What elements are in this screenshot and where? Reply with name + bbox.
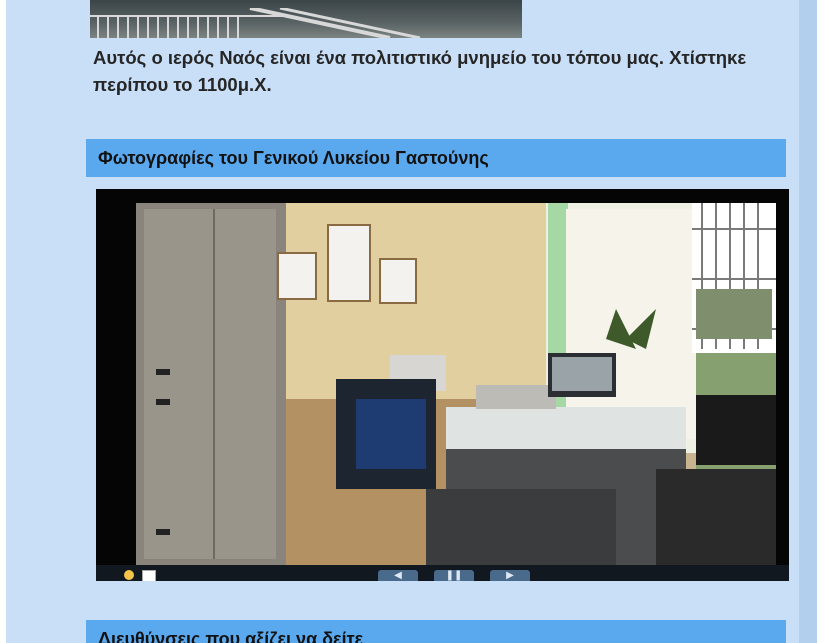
sidebar-panel: Αυτός ο ιερός Ναός είναι ένα πολιτιστικό… <box>6 0 817 643</box>
section-heading-links: Διευθύνσεις που αξίζει να δείτε <box>86 620 786 643</box>
slideshow-control-bar: ◀ ❚❚ ▶ <box>96 565 789 581</box>
previous-icon[interactable]: ◀ <box>378 570 418 581</box>
pause-icon[interactable]: ❚❚ <box>434 570 474 581</box>
church-photo <box>90 0 522 38</box>
photo-slideshow[interactable]: ◀ ❚❚ ▶ <box>96 189 789 581</box>
next-icon[interactable]: ▶ <box>490 570 530 581</box>
railing-graphic <box>90 8 421 38</box>
info-icon[interactable] <box>124 570 134 580</box>
panel-scroll-stripe <box>799 0 817 643</box>
church-caption: Αυτός ο ιερός Ναός είναι ένα πολιτιστικό… <box>93 47 747 95</box>
thumbnails-icon[interactable] <box>142 570 156 581</box>
section-heading-photos: Φωτογραφίες του Γενικού Λυκείου Γαστούνη… <box>86 139 786 177</box>
page-right-gutter <box>817 0 827 643</box>
slideshow-current-photo <box>96 189 789 581</box>
